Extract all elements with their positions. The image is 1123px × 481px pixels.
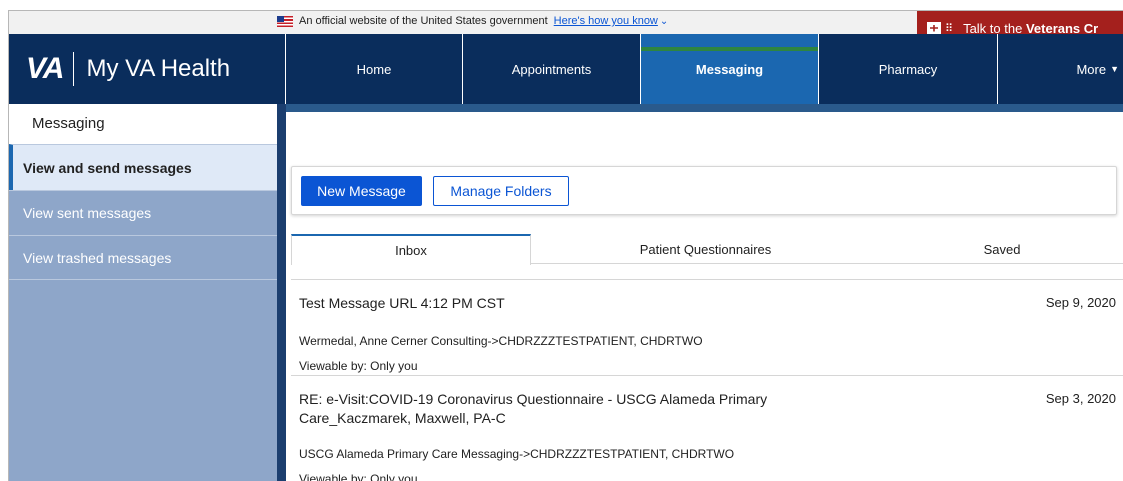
message-subject[interactable]: Test Message URL 4:12 PM CST [299, 294, 829, 313]
sidebar-item-sent[interactable]: View sent messages [9, 190, 277, 235]
va-logo[interactable]: VA My VA Health [9, 34, 285, 104]
message-subject[interactable]: RE: e-Visit:COVID-19 Coronavirus Questio… [299, 390, 829, 428]
caret-down-icon: ▼ [1110, 64, 1119, 74]
folder-tabs: Inbox Patient Questionnaires Saved [291, 234, 1123, 265]
message-visibility: Viewable by: Only you [299, 472, 418, 481]
nav-tab-appointments[interactable]: Appointments [462, 34, 640, 104]
sidebar-divider [277, 104, 286, 481]
message-row[interactable]: RE: e-Visit:COVID-19 Coronavirus Questio… [291, 375, 1123, 481]
message-date: Sep 3, 2020 [1045, 391, 1116, 406]
browser-frame: An official website of the United States… [8, 10, 1123, 481]
main-nav-tabs: Home Appointments Messaging Pharmacy Mor… [285, 34, 1123, 104]
app-title: My VA Health [86, 55, 231, 82]
medical-cross-icon [927, 21, 941, 35]
message-row[interactable]: Test Message URL 4:12 PM CST Sep 9, 2020… [291, 279, 1123, 375]
top-navigation: VA My VA Health Home Appointments Messag… [9, 34, 1123, 104]
sidebar-title: Messaging [9, 104, 277, 144]
message-sender: Wermedal, Anne Cerner Consulting->CHDRZZ… [299, 334, 703, 348]
messaging-sidebar: Messaging View and send messages View se… [9, 104, 277, 481]
gov-banner-content: An official website of the United States… [277, 15, 668, 27]
message-toolbar: New Message Manage Folders [291, 166, 1117, 215]
gov-banner-text: An official website of the United States… [299, 15, 548, 27]
message-sender: USCG Alameda Primary Care Messaging->CHD… [299, 447, 735, 461]
nav-more-label: More [1076, 61, 1107, 77]
nav-bottom-strip [286, 104, 1123, 112]
new-message-button[interactable]: New Message [301, 176, 422, 206]
tab-saved[interactable]: Saved [880, 234, 1123, 264]
sidebar-item-view-send[interactable]: View and send messages [9, 144, 277, 190]
main-content: New Message Manage Folders Inbox Patient… [286, 112, 1123, 481]
message-visibility: Viewable by: Only you [299, 359, 418, 373]
manage-folders-button[interactable]: Manage Folders [433, 176, 569, 206]
logo-divider [73, 52, 75, 86]
how-you-know-link[interactable]: Here's how you know [554, 15, 658, 27]
nav-tab-more[interactable]: More ▼ [997, 34, 1123, 104]
nav-tab-messaging[interactable]: Messaging [640, 34, 818, 104]
tab-patient-questionnaires[interactable]: Patient Questionnaires [531, 234, 880, 264]
chevron-down-icon[interactable]: ⌄ [660, 16, 668, 27]
tab-inbox[interactable]: Inbox [291, 234, 531, 265]
nav-tab-home[interactable]: Home [285, 34, 462, 104]
message-date: Sep 9, 2020 [1045, 295, 1116, 310]
us-flag-icon [277, 15, 293, 27]
nav-tab-pharmacy[interactable]: Pharmacy [818, 34, 997, 104]
sidebar-item-trashed[interactable]: View trashed messages [9, 235, 277, 280]
keypad-icon: ⠿ [945, 22, 954, 35]
va-logo-mark: VA [26, 52, 64, 85]
